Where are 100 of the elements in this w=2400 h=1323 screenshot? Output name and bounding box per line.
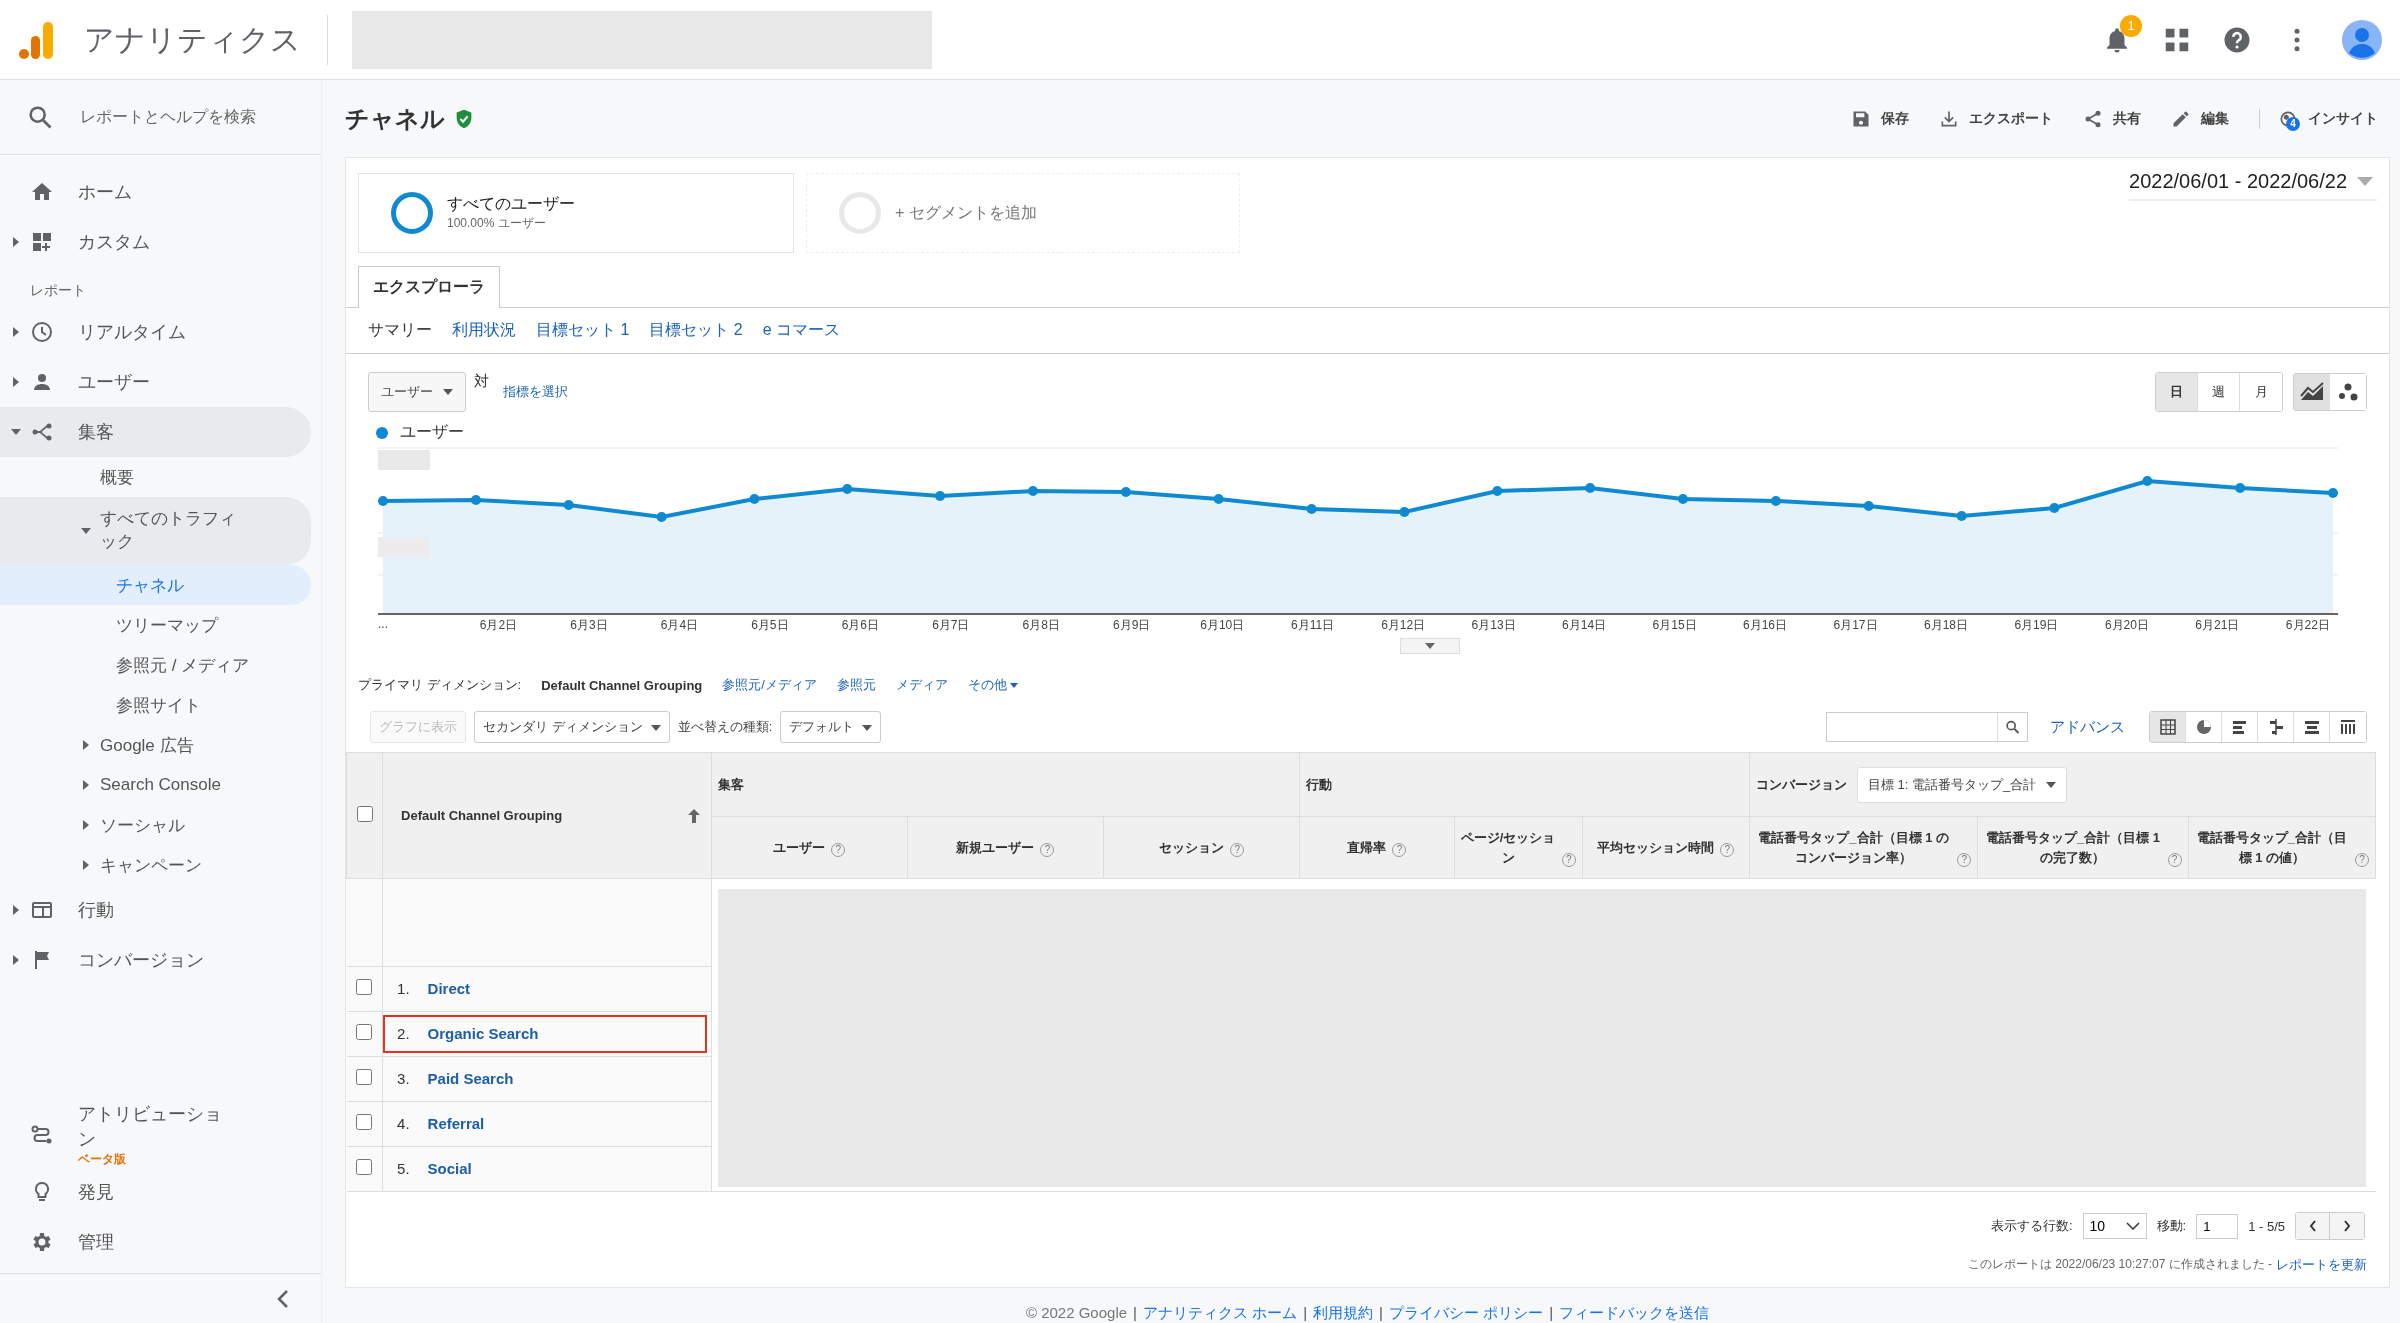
- avatar-icon[interactable]: [2342, 19, 2382, 60]
- nav-item[interactable]: 発見: [0, 1167, 321, 1217]
- row-number: 1.: [397, 980, 410, 998]
- nav-item[interactable]: 行動: [0, 885, 311, 935]
- date-range-picker[interactable]: 2022/06/01 - 2022/06/22: [2129, 170, 2377, 201]
- subtab[interactable]: サマリー: [368, 320, 432, 341]
- nav-item[interactable]: リアルタイム: [0, 307, 311, 357]
- checkbox[interactable]: [356, 979, 373, 996]
- nav-item[interactable]: 参照サイト: [0, 685, 311, 725]
- toolbar-button[interactable]: 共有: [2083, 108, 2141, 129]
- section-heading: レポート: [29, 281, 87, 300]
- checkbox[interactable]: [356, 1024, 373, 1041]
- nav-item[interactable]: ユーザー: [0, 357, 311, 407]
- caret-down-icon: [650, 725, 661, 731]
- chevron-left-icon: [2308, 1220, 2317, 1232]
- nav-item[interactable]: チャネル: [0, 565, 311, 605]
- nav-item[interactable]: ホーム: [0, 167, 311, 217]
- page-field[interactable]: 1: [2196, 1213, 2239, 1239]
- previous-button[interactable]: [2296, 1213, 2330, 1239]
- add-segment-button[interactable]: + セグメントを追加: [806, 173, 1240, 253]
- axis-label: 6月12日: [1380, 617, 1427, 634]
- app-title: アナリティクス: [84, 14, 328, 65]
- toolbar-button[interactable]: 保存: [1851, 108, 1909, 129]
- footer-link[interactable]: プライバシー ポリシー: [1388, 1304, 1544, 1323]
- nav-item[interactable]: Search Console: [0, 765, 311, 805]
- axis-label: 6月7日: [931, 617, 971, 634]
- chart-type-button[interactable]: [2294, 374, 2330, 410]
- row-number: 4.: [397, 1115, 410, 1133]
- tab[interactable]: エクスプローラ: [358, 266, 500, 308]
- checkbox[interactable]: [356, 1114, 373, 1131]
- search-icon: [26, 103, 54, 131]
- table-grid-icon: [2158, 718, 2177, 736]
- goal-dropdown[interactable]: 目標 1: 電話番号タップ_合計: [1857, 766, 2068, 803]
- select-metric-link[interactable]: 指標を選択: [503, 383, 568, 401]
- nav-item[interactable]: コンバージョン: [0, 935, 311, 985]
- nav-item[interactable]: キャンペーン: [0, 845, 311, 885]
- row-link[interactable]: Paid Search: [427, 1070, 514, 1088]
- toolbar-button[interactable]: 編集: [2171, 108, 2229, 129]
- nav-item[interactable]: Google 広告: [0, 725, 311, 765]
- metric-dropdown[interactable]: ユーザー: [368, 372, 466, 412]
- more-menu[interactable]: その他: [967, 676, 1018, 694]
- column-title: セッション: [1159, 838, 1225, 857]
- view-button[interactable]: [2150, 712, 2186, 742]
- footer-link[interactable]: フィードバックを送信: [1559, 1304, 1710, 1323]
- group-title: コンバージョン: [1756, 775, 1847, 794]
- toolbar-button[interactable]: エクスポート: [1939, 108, 2053, 129]
- nav-item[interactable]: ツリーマップ: [0, 605, 311, 645]
- segment-card[interactable]: すべてのユーザー 100.00% ユーザー: [358, 173, 794, 253]
- axis-label: 6月8日: [1021, 617, 1061, 634]
- nav-item[interactable]: 参照元 / メディア: [0, 645, 311, 685]
- checkbox[interactable]: [356, 806, 373, 822]
- footer-link[interactable]: 利用規約: [1313, 1304, 1374, 1323]
- sort-up-arrow-icon[interactable]: [686, 807, 701, 824]
- row-link[interactable]: Organic Search: [427, 1025, 539, 1043]
- axis-label: 6月13日: [1470, 617, 1517, 634]
- refresh-link[interactable]: レポートを更新: [2276, 1256, 2367, 1274]
- axis-label: 6月16日: [1742, 617, 1789, 634]
- nav-item[interactable]: ソーシャル: [0, 805, 311, 845]
- group-title: 行動: [1306, 776, 1333, 792]
- subtab[interactable]: 利用状況: [452, 320, 516, 341]
- subtab[interactable]: 目標セット 1: [536, 320, 630, 341]
- subtab[interactable]: e コマース: [762, 320, 841, 341]
- pie-icon: [2194, 718, 2213, 736]
- dimension-link[interactable]: メディア: [895, 676, 948, 694]
- chevron-right-icon: [2343, 1220, 2351, 1232]
- row-link[interactable]: Direct: [427, 980, 471, 998]
- axis-label: 6月20日: [2103, 617, 2150, 634]
- axis-label: 6月2日: [478, 617, 519, 634]
- redacted-tick: [378, 537, 430, 557]
- subtab[interactable]: 目標セット 2: [649, 320, 743, 341]
- rows-dropdown[interactable]: 10: [2082, 1213, 2147, 1239]
- nav-label[interactable]: アトリビューション: [78, 1102, 228, 1151]
- report-note: このレポートは 2022/06/23 10:27:07 に作成されました -: [1967, 1256, 2272, 1273]
- next-button[interactable]: [2330, 1213, 2364, 1239]
- advanced-link[interactable]: アドバンス: [2050, 717, 2125, 737]
- dimension-link[interactable]: 参照元/メディア: [722, 676, 817, 694]
- scatter-dots-icon: [2336, 382, 2360, 402]
- chevron-left-icon[interactable]: [275, 1288, 291, 1309]
- row-number: 5.: [397, 1160, 410, 1178]
- nav-item[interactable]: 概要: [0, 457, 311, 497]
- checkbox[interactable]: [356, 1069, 373, 1086]
- table-search-field[interactable]: [1826, 712, 2028, 742]
- row-link[interactable]: Social: [427, 1160, 472, 1178]
- nav-item[interactable]: 集客: [0, 407, 311, 457]
- search-field[interactable]: レポートとヘルプを検索: [78, 107, 298, 127]
- nav-item[interactable]: カスタム: [0, 217, 311, 267]
- toolbar-button[interactable]: 4 インサイト: [2259, 108, 2378, 129]
- granularity-button[interactable]: 日: [2156, 373, 2198, 411]
- expand-toggle-icon[interactable]: [1400, 638, 1460, 654]
- secondary-dimension-dropdown[interactable]: セカンダリ ディメンション: [474, 711, 670, 743]
- row-link[interactable]: Referral: [427, 1115, 485, 1133]
- footer-link[interactable]: アナリティクス ホーム: [1143, 1304, 1298, 1323]
- axis-label: 6月6日: [840, 617, 880, 634]
- nav-item[interactable]: すべてのトラフィック: [0, 497, 311, 565]
- dimension-link[interactable]: 参照元: [836, 676, 876, 694]
- nav-item[interactable]: 管理: [0, 1217, 321, 1267]
- caret-down-icon: [862, 725, 873, 731]
- sort-dropdown[interactable]: デフォルト: [780, 711, 882, 743]
- checkbox[interactable]: [356, 1159, 373, 1176]
- dimension-link[interactable]: Default Channel Grouping: [541, 677, 703, 693]
